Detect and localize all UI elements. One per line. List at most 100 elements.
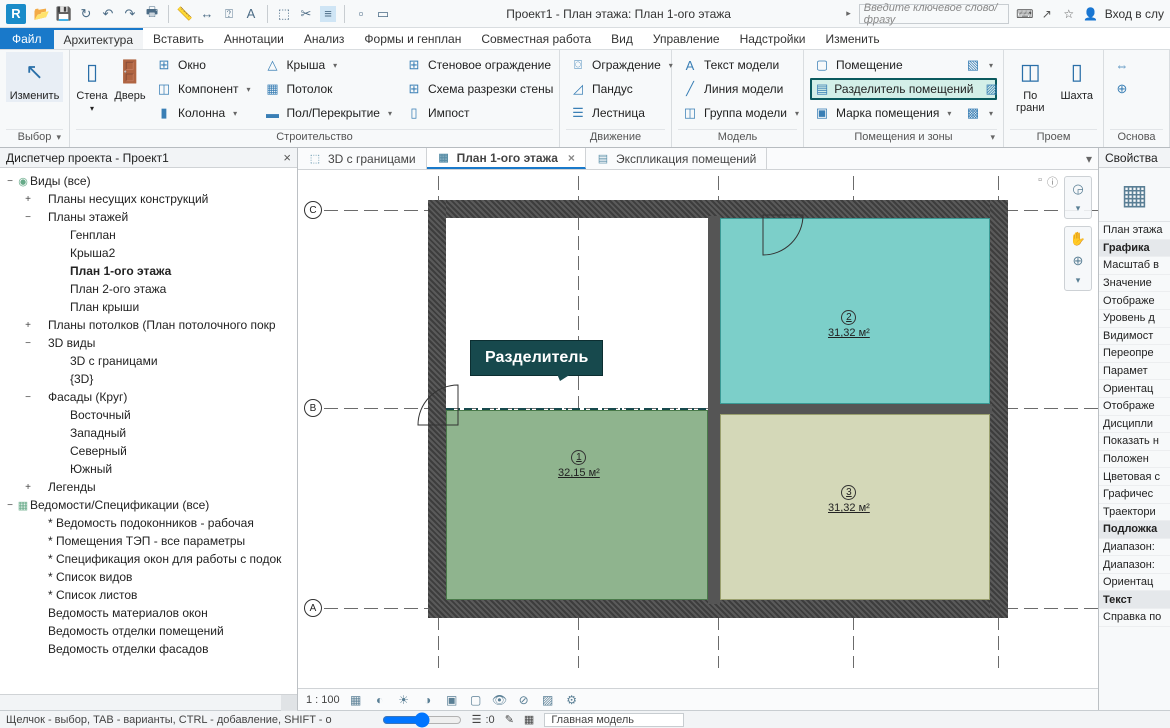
redo-icon[interactable]: ↷ xyxy=(122,6,138,22)
nav-panel-2[interactable]: ✋ ⊕ ▾ xyxy=(1064,226,1092,291)
room-tag-2[interactable]: 231,32 м² xyxy=(828,310,870,339)
tag-icon[interactable]: ⍰ xyxy=(221,6,237,22)
tree-item[interactable]: * Список листов xyxy=(0,586,297,604)
model-text-button[interactable]: AТекст модели xyxy=(678,54,803,76)
status-slider[interactable] xyxy=(382,712,462,728)
keyboard-icon[interactable]: ⌨ xyxy=(1017,6,1033,22)
prop-row[interactable]: Диапазон: xyxy=(1099,539,1170,557)
prop-row[interactable]: Диапазон: xyxy=(1099,556,1170,574)
save-icon[interactable]: 💾 xyxy=(56,6,72,22)
grid-bubble-a[interactable]: A xyxy=(304,599,322,617)
temp-hide-icon[interactable]: ⊘ xyxy=(516,692,532,708)
area-bound-icon[interactable]: ▨ xyxy=(985,81,997,97)
grid-bubble-b[interactable]: B xyxy=(304,399,322,417)
prop-row[interactable]: Дисципли xyxy=(1099,416,1170,434)
model-line-button[interactable]: ╱Линия модели xyxy=(678,78,803,100)
editable-icon[interactable]: ✎ xyxy=(505,713,514,726)
tree-item[interactable]: −◉Виды (все) xyxy=(0,172,297,190)
tree-item[interactable]: +Планы потолков (План потолочного покр xyxy=(0,316,297,334)
room-1[interactable] xyxy=(446,410,708,600)
tree-item[interactable]: −▦Ведомости/Спецификации (все) xyxy=(0,496,297,514)
drawing-canvas[interactable]: C B A 132,15 м² xyxy=(298,170,1098,688)
file-tab[interactable]: Файл xyxy=(0,28,54,49)
signin-link[interactable]: Вход в слу xyxy=(1105,7,1164,21)
search-input[interactable]: Введите ключевое слово/фразу xyxy=(859,4,1009,24)
canvas-max-icon[interactable]: ▫ xyxy=(1038,174,1042,186)
filter-icon[interactable]: ☰ xyxy=(472,713,482,726)
tree-item[interactable]: * Список видов xyxy=(0,568,297,586)
nav-zoom-icon[interactable]: ⊕ xyxy=(1073,253,1084,269)
properties-list[interactable]: ГрафикаМасштаб вЗначениеОтображеУровень … xyxy=(1099,240,1170,627)
tab-architecture[interactable]: Архитектура xyxy=(54,28,144,49)
tree-item[interactable]: * Помещения ТЭП - все параметры xyxy=(0,532,297,550)
sync-icon[interactable]: ↻ xyxy=(78,6,94,22)
tab-view[interactable]: Вид xyxy=(601,28,643,49)
3d-icon[interactable]: ⬚ xyxy=(276,6,292,22)
tree-item[interactable]: −3D виды xyxy=(0,334,297,352)
dim-icon[interactable]: ↔ xyxy=(199,6,215,22)
prop-row[interactable]: Парамет xyxy=(1099,363,1170,381)
tree-item[interactable]: План 1-ого этажа xyxy=(0,262,297,280)
type-selector[interactable]: ▦ xyxy=(1099,168,1170,222)
column-button[interactable]: ▮Колонна▾ xyxy=(152,102,255,124)
grid-bubble-c[interactable]: C xyxy=(304,201,322,219)
curtain-wall-button[interactable]: ⊞Стеновое ограждение xyxy=(402,54,557,76)
tree-item[interactable]: Западный xyxy=(0,424,297,442)
wall-right[interactable] xyxy=(990,200,1008,618)
prop-row[interactable]: Видимост xyxy=(1099,328,1170,346)
star-icon[interactable]: ☆ xyxy=(1061,6,1077,22)
prop-row[interactable]: Значение xyxy=(1099,275,1170,293)
tree-item[interactable]: * Спецификация окон для работы с подок xyxy=(0,550,297,568)
prop-row[interactable]: Показать н xyxy=(1099,433,1170,451)
prop-row[interactable]: Положен xyxy=(1099,451,1170,469)
switch-win-icon[interactable]: ▭ xyxy=(375,6,391,22)
tab-annotate[interactable]: Аннотации xyxy=(214,28,294,49)
tab-insert[interactable]: Вставить xyxy=(143,28,214,49)
grid-button[interactable]: ⊕ xyxy=(1110,78,1134,100)
reveal-icon[interactable]: ▨ xyxy=(540,692,556,708)
tree-item[interactable]: План 2-ого этажа xyxy=(0,280,297,298)
tab-modify[interactable]: Изменить xyxy=(815,28,889,49)
tab-plan-1[interactable]: ▦План 1-ого этажа× xyxy=(427,148,586,169)
prop-row[interactable]: Справка по xyxy=(1099,609,1170,627)
tree-item[interactable]: План крыши xyxy=(0,298,297,316)
user-icon[interactable]: 👤 xyxy=(1083,6,1099,22)
shadow-icon[interactable]: ◑ xyxy=(420,692,436,708)
nav-hand-icon[interactable]: ✋ xyxy=(1070,231,1086,247)
tree-item[interactable]: Генплан xyxy=(0,226,297,244)
nav-panel[interactable]: ◶ ▾ xyxy=(1064,176,1092,219)
area-icon[interactable]: ▧ xyxy=(965,57,981,73)
tree-item[interactable]: +Планы несущих конструкций xyxy=(0,190,297,208)
close-tab-icon[interactable]: × xyxy=(568,151,575,165)
room-tag-3[interactable]: 331,32 м² xyxy=(828,485,870,514)
tree-item[interactable]: Восточный xyxy=(0,406,297,424)
railing-button[interactable]: ⌼Ограждение▾ xyxy=(566,54,677,76)
print-icon[interactable]: 🖶 xyxy=(144,6,160,22)
tree-item[interactable]: {3D} xyxy=(0,370,297,388)
prop-row[interactable]: Ориентац xyxy=(1099,380,1170,398)
room-tag-1[interactable]: 132,15 м² xyxy=(558,450,600,479)
worksets-icon[interactable]: ▦ xyxy=(524,713,534,726)
prop-row[interactable]: Отображе xyxy=(1099,398,1170,416)
tree-item[interactable]: Крыша2 xyxy=(0,244,297,262)
tab-collab[interactable]: Совместная работа xyxy=(471,28,601,49)
sun-icon[interactable]: ☀ xyxy=(396,692,412,708)
mullion-button[interactable]: ▯Импост xyxy=(402,102,557,124)
tree-item[interactable]: 3D с границами xyxy=(0,352,297,370)
open-icon[interactable]: 📂 xyxy=(34,6,50,22)
prop-row[interactable]: Графичес xyxy=(1099,486,1170,504)
tab-addins[interactable]: Надстройки xyxy=(730,28,816,49)
tree-item[interactable]: −Планы этажей xyxy=(0,208,297,226)
tab-schedule[interactable]: ▤Экспликация помещений xyxy=(586,148,767,169)
tree-item[interactable]: Ведомость отделки фасадов xyxy=(0,640,297,658)
prop-row[interactable]: Траектори xyxy=(1099,504,1170,522)
room-separator-line[interactable] xyxy=(446,408,708,410)
door-button[interactable]: 🚪Дверь xyxy=(114,52,146,102)
component-button[interactable]: ◫Компонент▾ xyxy=(152,78,255,100)
tree-item[interactable]: Ведомость отделки помещений xyxy=(0,622,297,640)
detail-level-icon[interactable]: ▦ xyxy=(348,692,364,708)
ramp-button[interactable]: ◿Пандус xyxy=(566,78,677,100)
property-icon[interactable]: ⚙ xyxy=(564,692,580,708)
modify-button[interactable]: ↖ Изменить xyxy=(6,52,63,102)
tab-analyze[interactable]: Анализ xyxy=(294,28,355,49)
